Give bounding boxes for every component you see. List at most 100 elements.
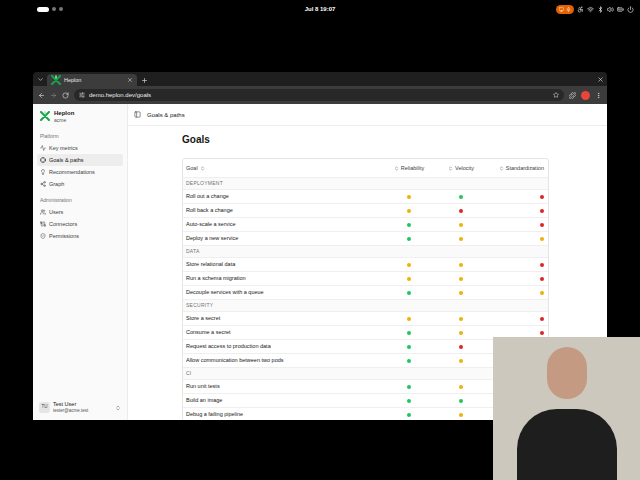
sidebar-item[interactable]: Users [37,206,123,218]
back-icon[interactable] [38,92,45,99]
menu-icon[interactable] [595,92,602,99]
bluetooth-icon[interactable] [597,6,604,13]
nav-section: PlatformKey metricsGoals & pathsRecommen… [37,132,123,190]
score-cell [383,237,435,241]
battery-icon[interactable] [617,6,624,13]
score-cell [487,331,548,335]
section-label: DATA [183,245,548,257]
wifi-icon[interactable] [587,6,594,13]
score-cell [383,263,435,267]
score-dot [540,277,544,281]
goal-cell: Allow communication between two pods [183,357,383,364]
sidebar-item[interactable]: Goals & paths [37,154,123,166]
score-cell [435,195,487,199]
power-icon[interactable] [627,6,634,13]
score-dot [540,291,544,295]
table-row[interactable]: Store relational data [183,257,548,271]
table-row[interactable]: Run a schema migration [183,271,548,285]
score-dot [459,223,463,227]
accessibility-icon[interactable] [577,6,584,13]
sidebar-item[interactable]: Recommendations [37,166,123,178]
table-row[interactable]: Roll back a change [183,203,548,217]
score-cell [435,223,487,227]
sidebar-item[interactable]: Key metrics [37,142,123,154]
goal-cell: Auto-scale a service [183,221,383,228]
score-cell [383,317,435,321]
org-switcher[interactable]: Heplonacme [37,108,123,124]
column-header[interactable]: Velocity [435,164,487,172]
goal-cell: Run unit tests [183,383,383,390]
reload-icon[interactable] [62,92,69,99]
table-row[interactable]: Deploy a new service [183,231,548,245]
activities-indicator[interactable] [37,7,49,12]
sidebar-item[interactable]: Connectors [37,218,123,230]
score-dot [459,385,463,389]
sidebar-item[interactable]: Permissions [37,230,123,242]
tab-strip: Heplon [33,72,607,86]
bookmark-star-icon[interactable] [553,92,559,98]
score-cell [487,291,548,295]
score-cell [383,209,435,213]
score-cell [383,385,435,389]
score-dot [407,209,411,213]
sidebar-toggle-icon[interactable] [134,111,141,118]
goal-cell: Run a schema migration [183,275,383,282]
screen-share-indicator[interactable] [556,5,574,14]
score-cell [435,331,487,335]
tab-list-button[interactable] [33,72,47,86]
column-header[interactable]: Reliability [383,164,435,172]
close-window-button[interactable] [593,72,607,86]
score-dot [459,277,463,281]
score-cell [487,263,548,267]
table-row[interactable]: Decouple services with a queue [183,285,548,299]
column-header[interactable]: Goal [183,164,383,172]
score-cell [435,413,487,417]
score-dot [407,399,411,403]
workspace-dot[interactable] [52,7,56,11]
nav-item-icon [40,221,46,227]
browser-tab[interactable]: Heplon [47,74,137,86]
score-cell [383,331,435,335]
score-cell [383,399,435,403]
extensions-icon[interactable] [569,92,576,99]
score-cell [435,291,487,295]
column-header[interactable]: Standardization [487,164,548,172]
score-cell [435,317,487,321]
profile-avatar[interactable] [581,91,590,100]
address-bar[interactable]: demo.heplon.dev/goals [74,89,564,101]
score-dot [459,345,463,349]
goal-cell: Request access to production data [183,343,383,350]
score-dot [407,237,411,241]
nav-item-icon [40,157,46,163]
org-name: Heplon [54,110,74,117]
webcam-person [493,337,640,480]
table-row[interactable]: Roll out a change [183,189,548,203]
score-cell [435,237,487,241]
section-label: DEPLOYMENT [183,177,548,189]
site-info-icon[interactable] [79,92,85,98]
table-row[interactable]: Store a secret [183,311,548,325]
nav-item-icon [40,233,46,239]
org-sub: acme [54,117,74,123]
forward-icon[interactable] [50,92,57,99]
table-row[interactable]: Auto-scale a service [183,217,548,231]
nav-item-icon [40,145,46,151]
score-dot [540,195,544,199]
score-cell [487,237,548,241]
clock[interactable]: Jul 8 19:07 [305,5,336,13]
score-dot [407,195,411,199]
score-cell [383,413,435,417]
table-section: DEPLOYMENTRoll out a changeRoll back a c… [183,177,548,245]
workspace-dot[interactable] [59,7,63,11]
user-menu[interactable]: TUTest Usertester@acme.test [37,401,123,414]
nav-item-icon [40,169,46,175]
score-cell [435,399,487,403]
score-dot [540,331,544,335]
close-tab-icon[interactable] [127,77,133,83]
score-dot [459,413,463,417]
new-tab-button[interactable] [137,74,151,86]
toolbar: demo.heplon.dev/goals [33,86,607,104]
page-title: Goals [182,134,607,146]
sidebar-item[interactable]: Graph [37,178,123,190]
volume-icon[interactable] [607,6,614,13]
